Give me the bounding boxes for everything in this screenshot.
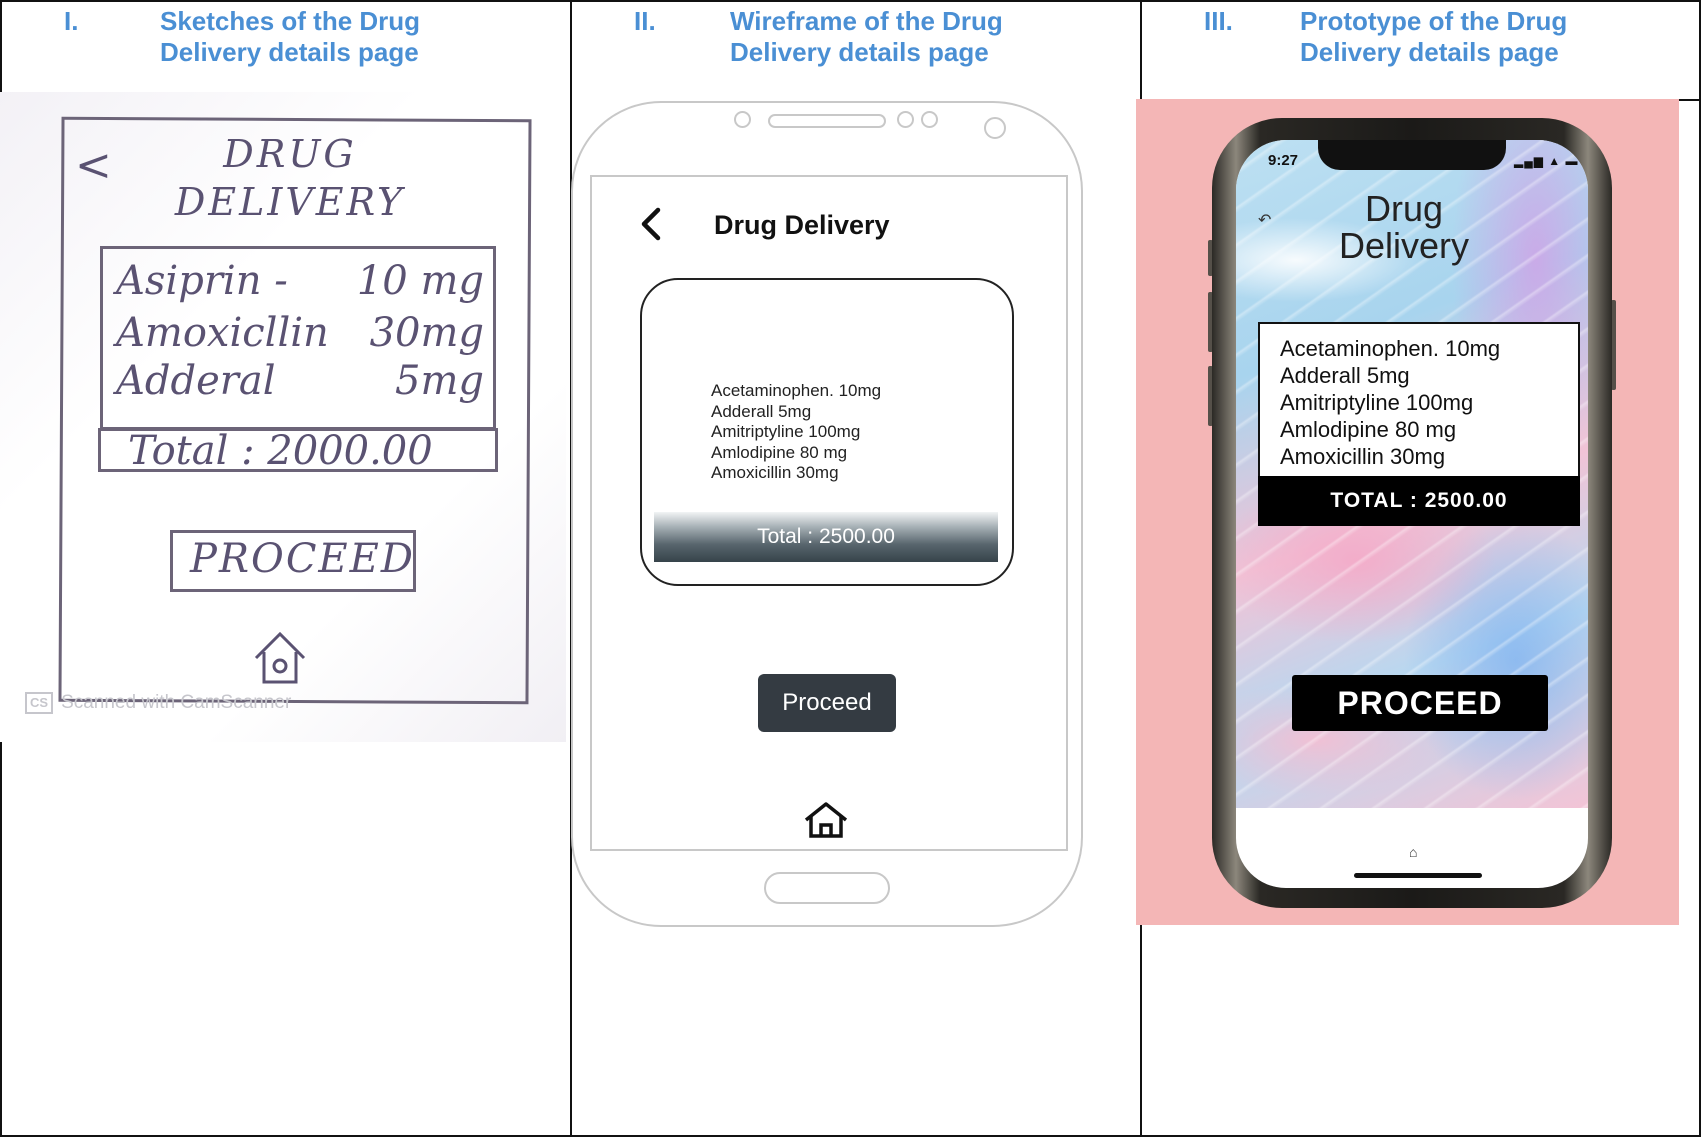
back-arrow-icon[interactable]: ↶ — [1258, 210, 1271, 230]
medication-item: Amoxicillin 30mg — [1280, 444, 1446, 469]
sketch-list-item: Asiprin - 10 mg — [116, 258, 496, 304]
medication-item: Amlodipine 80 mg — [711, 442, 848, 462]
header-numeral: I. — [64, 6, 79, 36]
home-icon — [250, 628, 310, 693]
total-bar: TOTAL : 2500.00 — [1258, 476, 1580, 526]
sketch-total: Total : 2000.00 — [128, 428, 433, 474]
header-numeral: III. — [1204, 6, 1233, 36]
sketch-title: DRUG DELIVERY — [140, 130, 440, 226]
medication-item: Acetaminophen. 10mg — [1280, 336, 1501, 361]
home-icon[interactable] — [802, 800, 850, 845]
page-title: Drug Delivery — [1304, 190, 1504, 264]
status-time: 9:27 — [1268, 152, 1299, 169]
sketch-back-arrow: < — [75, 140, 112, 191]
phone-sensor — [921, 111, 938, 128]
home-icon[interactable]: ⌂ — [1409, 844, 1417, 860]
camscanner-watermark: CS Scanned with CamScanner — [25, 692, 291, 714]
page-title-line2: Delivery — [1338, 225, 1470, 266]
header-title: Wireframe of the Drug Delivery details p… — [730, 6, 1003, 67]
medication-item: Amlodipine 80 mg — [1280, 417, 1457, 442]
medication-list: Acetaminophen. 10mg Adderall 5mg Amitrip… — [1280, 335, 1500, 470]
status-icons: ▂▄▆ ▲ ▬ — [1514, 154, 1579, 168]
proceed-button[interactable]: PROCEED — [1292, 675, 1548, 731]
phone-sensor — [734, 111, 751, 128]
phone-sensor — [897, 111, 914, 128]
total-bar: Total : 2500.00 — [654, 512, 998, 562]
medication-item: Acetaminophen. 10mg — [711, 381, 882, 400]
sketch-item-name: Adderal — [116, 358, 276, 404]
sketch-title-line1: DRUG — [223, 132, 357, 176]
sketch-list-item: Amoxicllin 30mg — [116, 310, 496, 356]
home-indicator[interactable] — [1354, 873, 1482, 878]
sketch-item-name: Asiprin - — [116, 258, 288, 304]
phone-home-button — [764, 872, 890, 904]
medication-item: Amitriptyline 100mg — [711, 422, 861, 441]
page-title: Drug Delivery — [714, 210, 890, 240]
header-numeral: II. — [634, 6, 656, 36]
header-title: Prototype of the Drug Delivery details p… — [1300, 6, 1568, 67]
back-arrow-icon[interactable] — [636, 204, 666, 249]
header-title: Sketches of the Drug Delivery details pa… — [160, 6, 421, 67]
sketch-item-dose: 5mg — [395, 358, 484, 404]
sketch-proceed: PROCEED — [190, 536, 415, 582]
medication-item: Amoxicillin 30mg — [711, 463, 839, 482]
medication-item: Amitriptyline 100mg — [1280, 390, 1474, 415]
phone-notch — [1318, 140, 1506, 170]
sketch-item-name: Amoxicllin — [116, 310, 329, 356]
phone-speaker — [768, 114, 886, 128]
sketch-item-dose: 10 mg — [356, 258, 484, 304]
sketch-title-line2: DELIVERY — [174, 180, 406, 224]
camscanner-logo: CS — [25, 692, 54, 714]
page-title-line1: Drug — [1364, 188, 1444, 229]
camscanner-text: Scanned with CamScanner — [61, 692, 292, 713]
sketch-item-dose: 30mg — [369, 310, 484, 356]
phone-camera — [984, 117, 1006, 139]
sketch-list-item: Adderal 5mg — [116, 358, 496, 404]
proceed-button[interactable]: Proceed — [758, 674, 896, 732]
medication-item: Adderall 5mg — [711, 401, 812, 421]
medication-item: Adderall 5mg — [1280, 363, 1410, 388]
medication-list: Acetaminophen. 10mg Adderall 5mg Amitrip… — [711, 381, 881, 484]
